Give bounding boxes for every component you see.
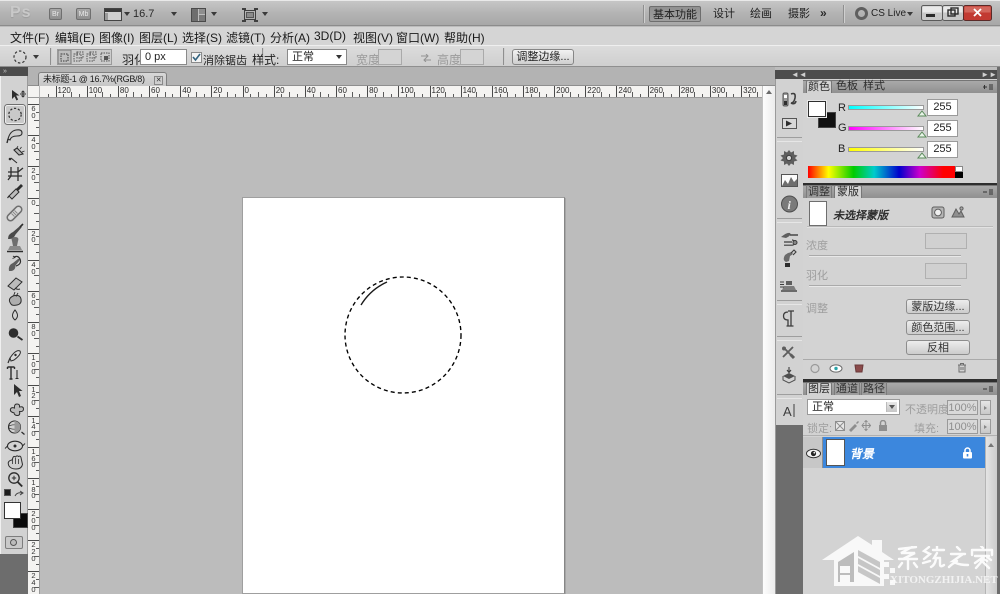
- svg-text:A: A: [783, 404, 792, 419]
